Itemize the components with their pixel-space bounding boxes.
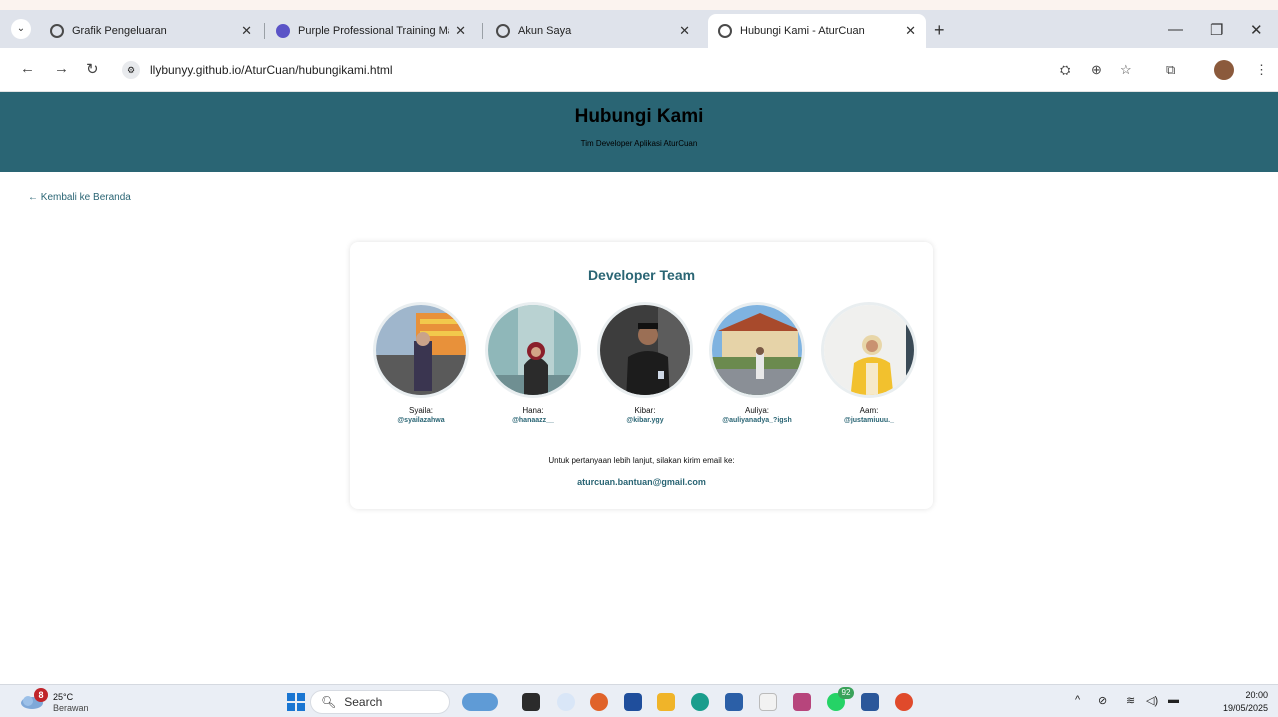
member-name: Auliya: xyxy=(744,406,769,415)
edge-icon[interactable] xyxy=(691,693,709,711)
member-photo xyxy=(597,302,693,398)
tab-purple-training[interactable]: Purple Professional Training Ma ✕ xyxy=(266,14,476,48)
member-photo xyxy=(373,302,469,398)
member-handle[interactable]: @syailazahwa xyxy=(371,417,471,424)
page-header: Hubungi Kami Tim Developer Aplikasi Atur… xyxy=(0,92,1278,172)
clock-time[interactable]: 20:00 xyxy=(1236,690,1268,700)
forward-arrow-icon[interactable]: → xyxy=(54,60,69,77)
member-handle[interactable]: @justamiuuu._ xyxy=(819,417,919,424)
windows-start-icon[interactable] xyxy=(287,693,305,711)
member-card: Kibar: @kibar.ygy xyxy=(595,302,695,424)
colorful-app-icon[interactable] xyxy=(590,693,608,711)
card-title: Developer Team xyxy=(587,267,696,283)
new-tab-plus-icon[interactable]: + xyxy=(934,20,945,41)
globe-icon xyxy=(50,24,64,38)
tab-separator xyxy=(482,23,483,39)
member-card: Syaila: @syailazahwa xyxy=(371,302,471,424)
search-icon: 🔍︎ xyxy=(321,695,337,709)
tab-hubungi-kami[interactable]: Hubungi Kami - AturCuan ✕ xyxy=(708,14,926,48)
member-card: Auliya: @auliyanadya_?igsh xyxy=(707,302,807,424)
word-icon[interactable] xyxy=(861,693,879,711)
member-photo xyxy=(485,302,581,398)
battery-icon[interactable]: ▬ xyxy=(1168,694,1179,706)
page-title: Hubungi Kami xyxy=(574,106,704,127)
member-name: Kibar: xyxy=(634,406,656,415)
clock-date[interactable]: 19/05/2025 xyxy=(1202,703,1268,713)
close-icon[interactable]: ✕ xyxy=(241,23,252,39)
network-off-icon[interactable]: ⊘ xyxy=(1098,694,1107,707)
file-explorer-icon[interactable] xyxy=(657,693,675,711)
search-label: Search xyxy=(344,695,383,709)
tab-title: Purple Professional Training Ma xyxy=(298,25,450,37)
task-view-icon[interactable] xyxy=(522,693,540,711)
speaker-icon[interactable]: ◁) xyxy=(1146,694,1158,707)
reload-icon[interactable]: ↻ xyxy=(86,60,99,78)
copilot-icon[interactable] xyxy=(557,693,575,711)
back-arrow-icon[interactable]: ← xyxy=(20,60,35,77)
extensions-icon[interactable]: ⧉ xyxy=(1166,62,1175,78)
browser-toolbar: ← → ↻ ⚙ llybunyy.github.io/AturCuan/hubu… xyxy=(0,48,1278,92)
member-card: Aam: @justamiuuu._ xyxy=(819,302,919,424)
site-settings-icon[interactable]: ⚙ xyxy=(122,61,140,79)
taskbar-search[interactable]: 🔍︎ Search xyxy=(310,690,450,714)
contact-instructions: Untuk pertanyaan lebih lanjut, silakan k… xyxy=(548,456,735,465)
tab-search-menu-icon[interactable]: ⌄ xyxy=(11,19,31,39)
whatsapp-badge: 92 xyxy=(838,687,854,699)
zoom-icon[interactable]: ⊕ xyxy=(1091,62,1102,78)
globe-icon xyxy=(496,24,510,38)
member-handle[interactable]: @auliyanadya_?igsh xyxy=(707,417,807,424)
amazon-icon[interactable] xyxy=(759,693,777,711)
close-icon[interactable]: ✕ xyxy=(455,23,466,39)
globe-icon xyxy=(718,24,732,38)
window-close-icon[interactable]: ✕ xyxy=(1250,21,1263,39)
more-menu-icon[interactable]: ⋮ xyxy=(1255,62,1268,78)
tab-akun-saya[interactable]: Akun Saya ✕ xyxy=(486,14,700,48)
chevron-up-icon[interactable]: ^ xyxy=(1075,694,1080,706)
minimize-icon[interactable]: — xyxy=(1168,21,1183,38)
store-icon[interactable] xyxy=(725,693,743,711)
back-to-home-link[interactable]: ← Kembali ke Beranda xyxy=(28,192,131,203)
developer-team-card: Developer Team Syaila: @syailazahwa Hana… xyxy=(350,242,933,509)
widgets-icon[interactable] xyxy=(462,693,498,711)
member-handle[interactable]: @kibar.ygy xyxy=(595,417,695,424)
tab-grafik-pengeluaran[interactable]: Grafik Pengeluaran ✕ xyxy=(40,14,262,48)
weather-alert-badge: 8 xyxy=(34,688,48,702)
address-bar[interactable]: ⚙ llybunyy.github.io/AturCuan/hubungikam… xyxy=(116,55,1041,85)
page-subtitle: Tim Developer Aplikasi AturCuan xyxy=(580,139,698,148)
weather-description: Berawan xyxy=(53,703,89,713)
translate-icon[interactable]: ⛭ xyxy=(1060,62,1070,78)
bookmark-star-icon[interactable]: ☆ xyxy=(1120,62,1132,78)
purple-app-icon xyxy=(276,24,290,38)
weather-temperature[interactable]: 25°C xyxy=(53,692,73,702)
tab-title: Hubungi Kami - AturCuan xyxy=(740,25,865,37)
tab-separator xyxy=(264,23,265,39)
member-name: Aam: xyxy=(859,406,879,415)
wifi-icon[interactable]: ≋ xyxy=(1126,694,1135,707)
contact-email-link[interactable]: aturcuan.bantuan@gmail.com xyxy=(350,477,933,487)
profile-avatar[interactable] xyxy=(1214,60,1234,80)
member-photo xyxy=(821,302,917,398)
tab-title: Grafik Pengeluaran xyxy=(72,25,167,37)
tab-title: Akun Saya xyxy=(518,25,572,37)
member-name: Syaila: xyxy=(408,406,433,415)
close-icon[interactable]: ✕ xyxy=(679,23,690,39)
dropbox-icon[interactable] xyxy=(624,693,642,711)
chrome-icon[interactable] xyxy=(895,693,913,711)
url-text: llybunyy.github.io/AturCuan/hubungikami.… xyxy=(150,63,393,77)
windows-taskbar: 8 25°C Berawan 🔍︎ Search 92 ^ ⊘ ≋ ◁) ▬ 2… xyxy=(0,684,1278,717)
member-photo xyxy=(709,302,805,398)
close-icon[interactable]: ✕ xyxy=(905,23,916,39)
member-card: Hana: @hanaazz__ xyxy=(483,302,583,424)
member-name: Hana: xyxy=(522,406,544,415)
game-app-icon[interactable] xyxy=(793,693,811,711)
member-handle[interactable]: @hanaazz__ xyxy=(483,417,583,424)
browser-tab-strip: ⌄ Grafik Pengeluaran ✕ Purple Profession… xyxy=(0,0,1278,48)
restore-icon[interactable]: ❐ xyxy=(1210,21,1223,39)
